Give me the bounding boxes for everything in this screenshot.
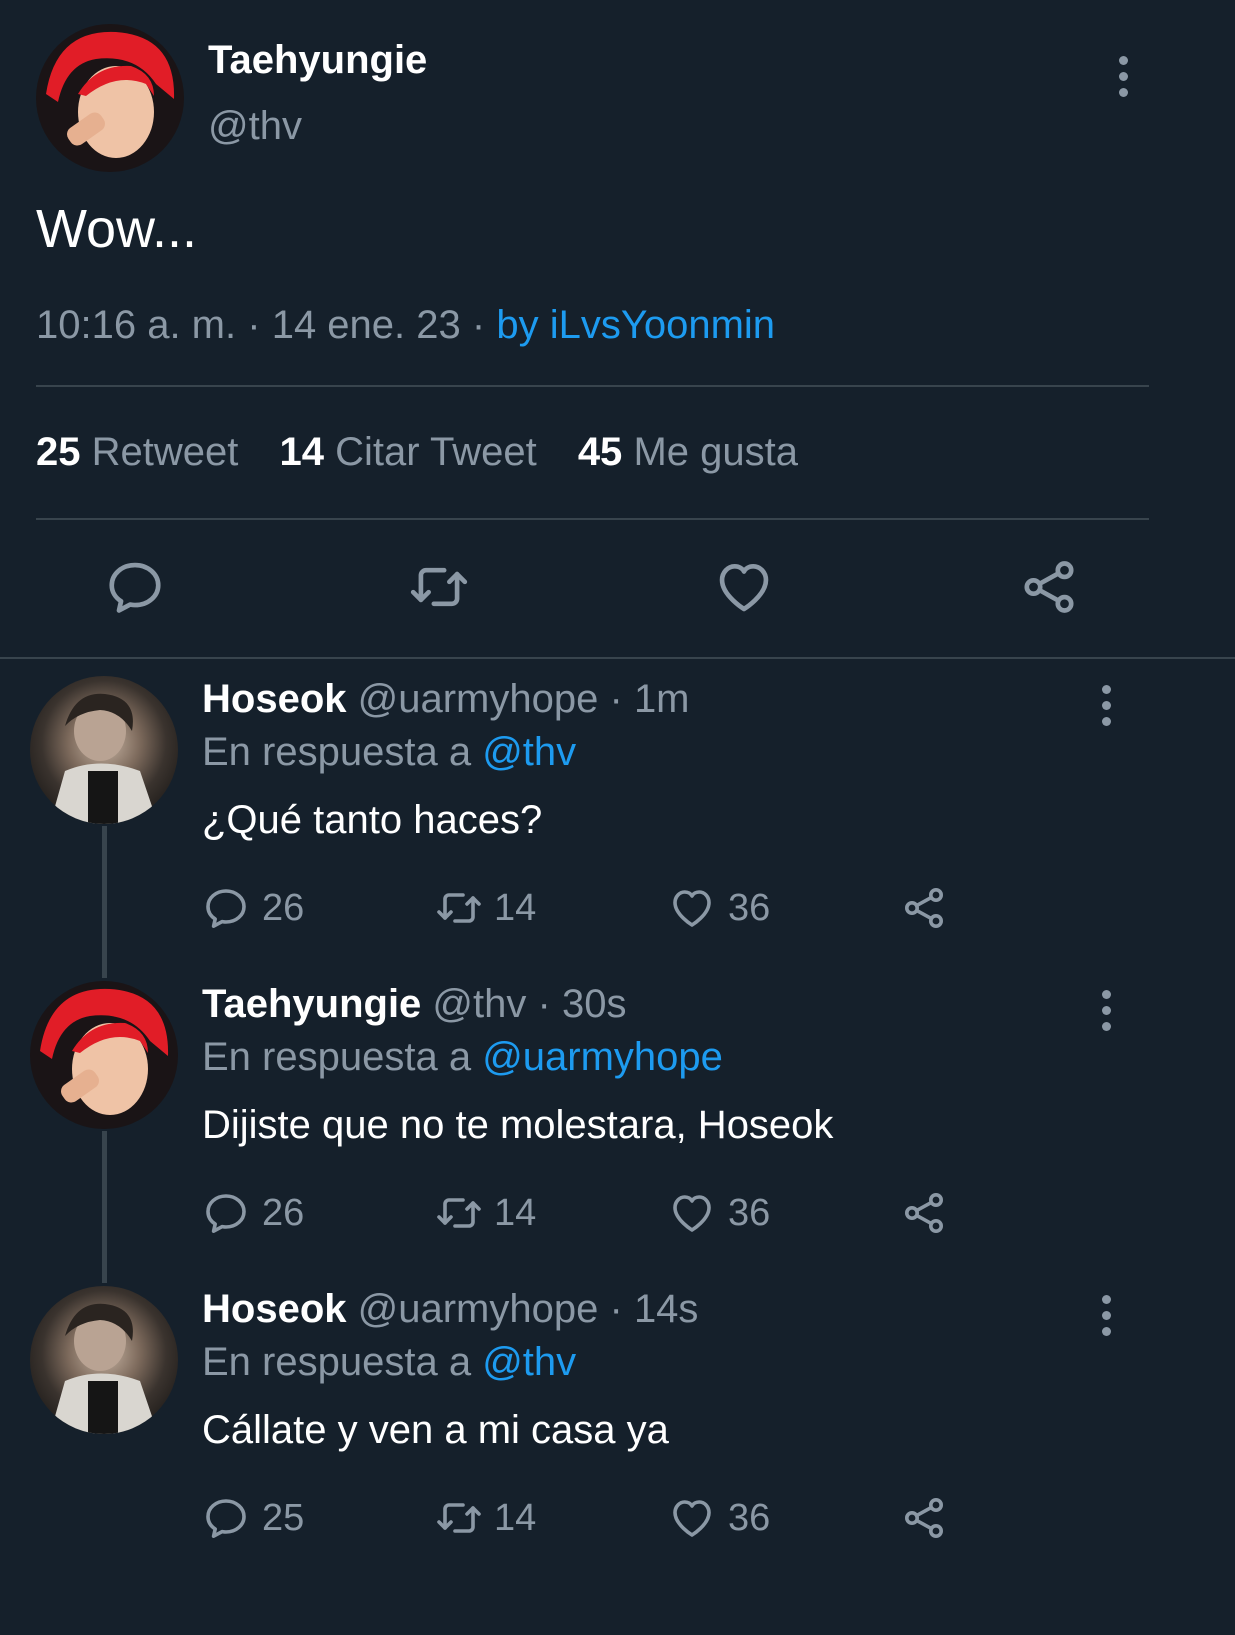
more-options-icon[interactable] [1099,685,1113,726]
meta-separator: · [471,303,486,347]
like-count: 36 [728,1191,771,1234]
like-count: 45 [577,430,623,474]
reply-icon[interactable] [104,556,166,618]
retweet-icon [432,1189,486,1237]
share-icon [900,884,948,932]
meta-separator: · [609,1287,623,1331]
reply-time[interactable]: 30s [562,982,627,1026]
like-icon [668,1189,716,1237]
divider [36,385,1149,387]
reply-time[interactable]: 14s [634,1287,699,1331]
reply-header: Taehyungie @thv · 30s [202,982,626,1027]
meta-separator: · [537,982,551,1026]
meta-separator: · [609,677,623,721]
avatar[interactable] [36,24,184,172]
reply-count: 26 [262,1191,305,1234]
reply-to-link[interactable]: @uarmyhope [482,1035,723,1079]
like-stat[interactable]: 45 Me gusta [578,430,798,474]
handle[interactable]: @thv [432,982,526,1026]
reply-to-link[interactable]: @thv [482,730,576,774]
tweet-time[interactable]: 10:16 a. m. [36,303,236,347]
meta-separator: · [247,303,261,347]
retweet-icon [432,884,486,932]
share-icon[interactable] [1018,556,1080,618]
tweet-source-link[interactable]: by iLvsYoonmin [496,303,775,347]
like-count: 36 [728,886,771,929]
tweet-date[interactable]: 14 ene. 23 [272,303,461,347]
reply-icon [202,1189,250,1237]
avatar[interactable] [30,981,178,1129]
tweet-meta: 10:16 a. m. · 14 ene. 23 · by iLvsYoonmi… [36,303,775,348]
quote-stat[interactable]: 14 Citar Tweet [280,430,548,474]
reply-context-label: En respuesta a [202,1035,472,1079]
display-name[interactable]: Hoseok [202,1287,347,1331]
reply-to-link[interactable]: @thv [482,1340,576,1384]
reply-time[interactable]: 1m [634,677,690,721]
reply-context: En respuesta a @thv [202,730,576,775]
more-options-icon[interactable] [1116,56,1130,97]
retweet-icon [432,1494,486,1542]
reply-context-label: En respuesta a [202,730,472,774]
like-action[interactable]: 36 [668,1189,770,1237]
display-name[interactable]: Taehyungie [202,982,421,1026]
like-icon[interactable] [713,556,775,618]
display-name[interactable]: Taehyungie [208,38,427,83]
more-options-icon[interactable] [1099,1295,1113,1336]
reply-action[interactable]: 26 [202,884,304,932]
retweet-action[interactable]: 14 [432,1494,536,1542]
more-options-icon[interactable] [1099,990,1113,1031]
share-action[interactable] [900,1494,948,1542]
reply-context: En respuesta a @thv [202,1340,576,1385]
retweet-count: 25 [36,430,81,474]
reply-tweet[interactable]: Taehyungie @thv · 30s En respuesta a @ua… [0,977,1235,1277]
reply-text: ¿Qué tanto haces? [202,798,543,842]
share-action[interactable] [900,884,948,932]
retweet-stat[interactable]: 25 Retweet [36,430,250,474]
share-icon [900,1494,948,1542]
retweet-label: Retweet [91,430,239,474]
retweet-icon[interactable] [408,556,470,618]
reply-context: En respuesta a @uarmyhope [202,1035,723,1080]
handle[interactable]: @uarmyhope [358,677,599,721]
reply-tweet[interactable]: Hoseok @uarmyhope · 1m En respuesta a @t… [0,672,1235,972]
display-name[interactable]: Hoseok [202,677,347,721]
like-icon [668,1494,716,1542]
like-count: 36 [728,1496,771,1539]
like-action[interactable]: 36 [668,1494,770,1542]
reply-icon [202,884,250,932]
reply-action[interactable]: 25 [202,1494,304,1542]
reply-icon [202,1494,250,1542]
share-icon [900,1189,948,1237]
reply-count: 26 [262,886,305,929]
like-label: Me gusta [633,430,798,474]
share-action[interactable] [900,1189,948,1237]
reply-tweet[interactable]: Hoseok @uarmyhope · 14s En respuesta a @… [0,1282,1235,1582]
reply-context-label: En respuesta a [202,1340,472,1384]
handle[interactable]: @thv [208,104,302,149]
quote-count: 14 [279,430,325,474]
tweet-actions [0,556,1235,620]
retweet-count: 14 [494,1191,537,1234]
retweet-count: 14 [494,1496,537,1539]
divider [0,657,1235,659]
retweet-action[interactable]: 14 [432,1189,536,1237]
avatar[interactable] [30,676,178,824]
tweet-stats: 25 Retweet 14 Citar Tweet 45 Me gusta [36,430,798,475]
handle[interactable]: @uarmyhope [358,1287,599,1331]
reply-header: Hoseok @uarmyhope · 1m [202,677,690,722]
reply-action[interactable]: 26 [202,1189,304,1237]
retweet-action[interactable]: 14 [432,884,536,932]
quote-label: Citar Tweet [335,430,537,474]
like-icon [668,884,716,932]
tweet-text: Wow... [36,199,198,259]
reply-text: Dijiste que no te molestara, Hoseok [202,1103,834,1147]
reply-count: 25 [262,1496,305,1539]
retweet-count: 14 [494,886,537,929]
like-action[interactable]: 36 [668,884,770,932]
reply-text: Cállate y ven a mi casa ya [202,1408,669,1452]
divider [36,518,1149,520]
reply-header: Hoseok @uarmyhope · 14s [202,1287,698,1332]
avatar[interactable] [30,1286,178,1434]
